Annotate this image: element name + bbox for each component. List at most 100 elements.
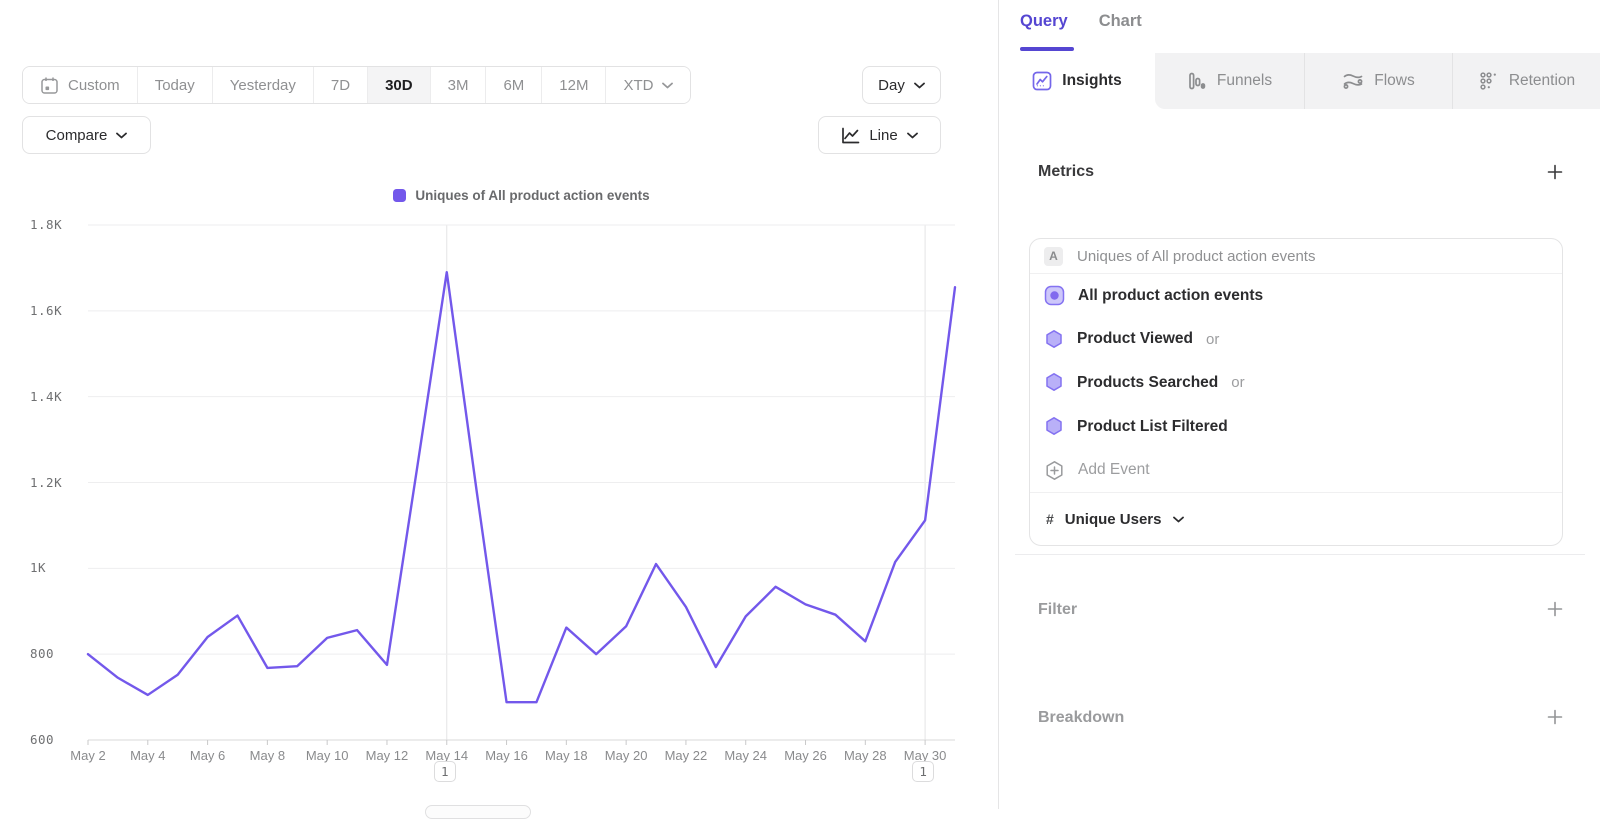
- event-name: Products Searched: [1077, 374, 1218, 392]
- legend-series-label: Uniques of All product action events: [415, 188, 649, 203]
- compare-label: Compare: [46, 127, 108, 144]
- breakdown-section-title: Breakdown: [1038, 709, 1124, 727]
- query-panel: Query Chart Insights: [998, 0, 1600, 809]
- metric-badge: A: [1044, 247, 1063, 266]
- range-xtd[interactable]: XTD: [606, 67, 690, 103]
- event-row-product-viewed[interactable]: Product Viewed or: [1030, 318, 1562, 362]
- x-axis-label: May 18: [534, 748, 598, 763]
- granularity-label: Day: [878, 77, 905, 94]
- chart-type-dropdown[interactable]: Line: [818, 116, 941, 154]
- x-axis-label: May 24: [714, 748, 778, 763]
- add-event-button[interactable]: Add Event: [1030, 448, 1562, 492]
- funnels-bars-icon: [1187, 71, 1207, 91]
- x-axis-label: May 28: [833, 748, 897, 763]
- granularity-dropdown[interactable]: Day: [862, 66, 941, 104]
- range-6m[interactable]: 6M: [486, 67, 542, 103]
- metric-card-title: Uniques of All product action events: [1077, 248, 1315, 265]
- metric-card-header[interactable]: A Uniques of All product action events: [1030, 239, 1562, 274]
- add-metric-button[interactable]: [1547, 164, 1563, 180]
- range-custom[interactable]: Custom: [23, 67, 138, 103]
- add-event-label: Add Event: [1078, 461, 1150, 479]
- chevron-down-icon: [914, 82, 925, 89]
- x-axis-label: May 10: [295, 748, 359, 763]
- series-line[interactable]: [88, 272, 955, 702]
- chevron-down-icon: [1173, 516, 1184, 523]
- tab-funnels[interactable]: Funnels: [1155, 53, 1304, 109]
- event-row-all-product-action-events[interactable]: All product action events: [1030, 274, 1562, 318]
- range-label: 7D: [331, 77, 350, 94]
- range-label: Today: [155, 77, 195, 94]
- x-axis-label: May 6: [176, 748, 240, 763]
- event-name: All product action events: [1078, 287, 1263, 305]
- y-axis-label: 800: [30, 646, 82, 662]
- event-hexagon-icon: [1044, 372, 1064, 393]
- calendar-icon: [40, 76, 59, 95]
- flows-wave-icon: [1342, 72, 1364, 90]
- annotation-badge[interactable]: 1: [434, 761, 456, 782]
- x-axis-label: May 20: [594, 748, 658, 763]
- add-filter-button[interactable]: [1547, 601, 1563, 617]
- tab-label: Insights: [1062, 72, 1121, 90]
- tab-flows[interactable]: Flows: [1304, 53, 1452, 109]
- annotation-badge[interactable]: 1: [912, 761, 934, 782]
- range-label: 12M: [559, 77, 588, 94]
- retention-dots-icon: [1479, 71, 1499, 91]
- section-divider: [1015, 554, 1585, 555]
- event-operator: or: [1206, 331, 1219, 348]
- range-label: XTD: [623, 77, 653, 94]
- event-hexagon-icon: [1044, 329, 1064, 350]
- range-label: 3M: [448, 77, 469, 94]
- range-30d[interactable]: 30D: [368, 67, 431, 103]
- range-7d[interactable]: 7D: [314, 67, 368, 103]
- range-label: Yesterday: [230, 77, 296, 94]
- legend-swatch: [393, 189, 406, 202]
- event-row-products-searched[interactable]: Products Searched or: [1030, 361, 1562, 405]
- event-row-product-list-filtered[interactable]: Product List Filtered: [1030, 405, 1562, 449]
- add-breakdown-button[interactable]: [1547, 709, 1563, 725]
- panel-view-tabs: Query Chart: [1020, 12, 1142, 31]
- insights-chart-icon: [1032, 71, 1052, 91]
- tab-chart[interactable]: Chart: [1099, 12, 1142, 31]
- event-name: Product Viewed: [1077, 330, 1193, 348]
- range-label: Custom: [68, 77, 120, 94]
- date-range-selector: Custom Today Yesterday 7D 30D 3M 6M 12M …: [22, 66, 691, 104]
- range-today[interactable]: Today: [138, 67, 213, 103]
- chevron-down-icon: [907, 132, 918, 139]
- range-label: 6M: [503, 77, 524, 94]
- cutoff-annotation-box[interactable]: [425, 805, 531, 819]
- tab-label: Funnels: [1217, 72, 1272, 90]
- range-yesterday[interactable]: Yesterday: [213, 67, 314, 103]
- chevron-down-icon: [116, 132, 127, 139]
- x-axis-label: May 22: [654, 748, 718, 763]
- x-axis-label: May 4: [116, 748, 180, 763]
- compare-dropdown[interactable]: Compare: [22, 116, 151, 154]
- report-type-tabs: Insights Funnels Flows: [999, 53, 1600, 109]
- x-axis-label: May 26: [774, 748, 838, 763]
- range-3m[interactable]: 3M: [431, 67, 487, 103]
- metric-card: A Uniques of All product action events A…: [1029, 238, 1563, 546]
- metrics-section-title: Metrics: [1038, 163, 1094, 181]
- chart-type-label: Line: [869, 127, 897, 144]
- y-axis-label: 1.2K: [30, 475, 82, 491]
- add-event-hexagon-plus-icon: [1044, 460, 1065, 481]
- event-hexagon-icon: [1044, 416, 1064, 437]
- number-sign-icon: #: [1046, 511, 1054, 527]
- x-axis-label: May 8: [235, 748, 299, 763]
- custom-event-icon: [1044, 285, 1065, 306]
- tab-query[interactable]: Query: [1020, 12, 1068, 31]
- event-name: Product List Filtered: [1077, 418, 1228, 436]
- measurement-selector[interactable]: # Unique Users: [1030, 492, 1562, 545]
- tab-retention[interactable]: Retention: [1452, 53, 1600, 109]
- active-tab-underline: [1020, 47, 1074, 51]
- y-axis-label: 1.8K: [30, 217, 82, 233]
- range-12m[interactable]: 12M: [542, 67, 606, 103]
- tab-label: Retention: [1509, 72, 1575, 90]
- chart-legend[interactable]: Uniques of All product action events: [88, 188, 955, 203]
- x-axis-label: May 16: [475, 748, 539, 763]
- x-axis-label: May 12: [355, 748, 419, 763]
- filter-section-title: Filter: [1038, 601, 1077, 619]
- tab-insights[interactable]: Insights: [999, 53, 1155, 109]
- y-axis-label: 1.4K: [30, 389, 82, 405]
- measurement-label: Unique Users: [1065, 511, 1162, 528]
- event-operator: or: [1231, 374, 1244, 391]
